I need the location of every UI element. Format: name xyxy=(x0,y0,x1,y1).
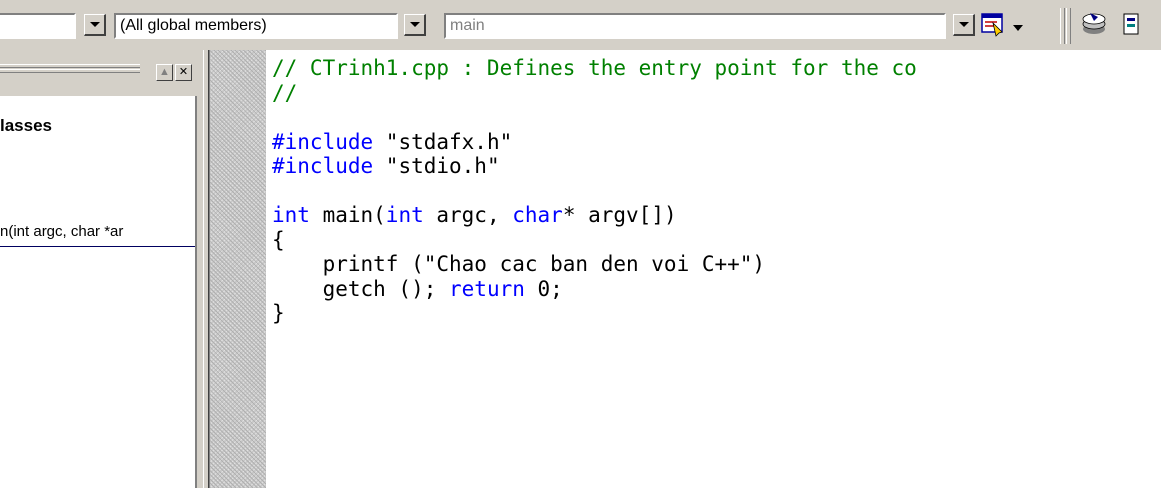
code-line[interactable]: { xyxy=(272,228,917,253)
code-line[interactable]: #include "stdio.h" xyxy=(272,154,917,179)
comment-token: // CTrinh1.cpp : Defines the entry point… xyxy=(272,56,917,80)
code-line[interactable]: printf ("Chao cac ban den voi C++") xyxy=(272,252,917,277)
code-line[interactable]: #include "stdafx.h" xyxy=(272,130,917,155)
restore-icon[interactable]: ▲ xyxy=(156,64,173,81)
code-token: "stdio.h" xyxy=(373,154,500,178)
keyword-token: char xyxy=(512,203,563,227)
members-combo-dropdown-button[interactable] xyxy=(404,14,426,36)
keyword-token: #include xyxy=(272,129,374,154)
compile-icon[interactable] xyxy=(1080,9,1108,37)
code-line[interactable]: // CTrinh1.cpp : Defines the entry point… xyxy=(272,56,917,81)
selection-margin[interactable] xyxy=(209,50,266,488)
code-line[interactable]: getch (); return 0; xyxy=(272,277,917,302)
selection-underline xyxy=(0,246,195,247)
code-line[interactable]: } xyxy=(272,301,917,326)
keyword-token: int xyxy=(272,203,310,227)
class-combo[interactable] xyxy=(0,13,76,39)
code-token: } xyxy=(272,301,285,325)
wizard-bar-toolbar: (All global members) main xyxy=(0,0,1161,50)
function-combo-dropdown-button[interactable] xyxy=(953,14,975,36)
source-code[interactable]: // CTrinh1.cpp : Defines the entry point… xyxy=(272,56,917,326)
code-line[interactable]: int main(int argc, char* argv[]) xyxy=(272,203,917,228)
build-icon[interactable] xyxy=(1122,12,1142,36)
tree-item-main[interactable]: n(int argc, char *ar xyxy=(0,223,123,240)
keyword-token: int xyxy=(385,203,424,227)
keyword-token: return xyxy=(449,276,525,301)
code-token: printf ("Chao cac ban den voi C++") xyxy=(272,252,766,276)
close-icon[interactable]: ✕ xyxy=(175,64,192,81)
comment-token: // xyxy=(272,80,298,105)
toolbar-grip[interactable] xyxy=(1060,8,1065,44)
code-editor[interactable]: // CTrinh1.cpp : Defines the entry point… xyxy=(266,50,1161,488)
wizard-bar-actions-icon[interactable] xyxy=(980,11,1006,37)
code-line[interactable]: // xyxy=(272,81,917,106)
function-combo-value: main xyxy=(450,17,485,34)
members-combo-value: (All global members) xyxy=(120,17,267,34)
function-combo[interactable]: main xyxy=(444,13,946,39)
code-line[interactable]: ​ xyxy=(272,179,917,204)
class-view-pane: ▲ ✕ lasses n(int argc, char *ar xyxy=(0,50,205,488)
members-combo[interactable]: (All global members) xyxy=(114,13,398,39)
class-combo-dropdown-button[interactable] xyxy=(84,14,106,36)
class-tree[interactable]: lasses n(int argc, char *ar xyxy=(0,96,197,488)
code-token: getch (); xyxy=(272,276,450,301)
code-line[interactable]: ​ xyxy=(272,105,917,130)
code-token: { xyxy=(272,227,285,252)
code-token: * argv[]) xyxy=(562,203,677,227)
code-token: "stdafx.h" xyxy=(373,129,513,154)
classes-heading: lasses xyxy=(0,116,52,135)
code-token: argc, xyxy=(423,203,513,227)
pane-grip[interactable] xyxy=(0,64,140,73)
toolbar-grip-2[interactable] xyxy=(1066,8,1071,44)
code-token: 0; xyxy=(524,276,563,301)
keyword-token: #include xyxy=(272,154,374,178)
chevron-down-icon[interactable] xyxy=(1012,19,1024,31)
code-token: main( xyxy=(309,203,386,227)
